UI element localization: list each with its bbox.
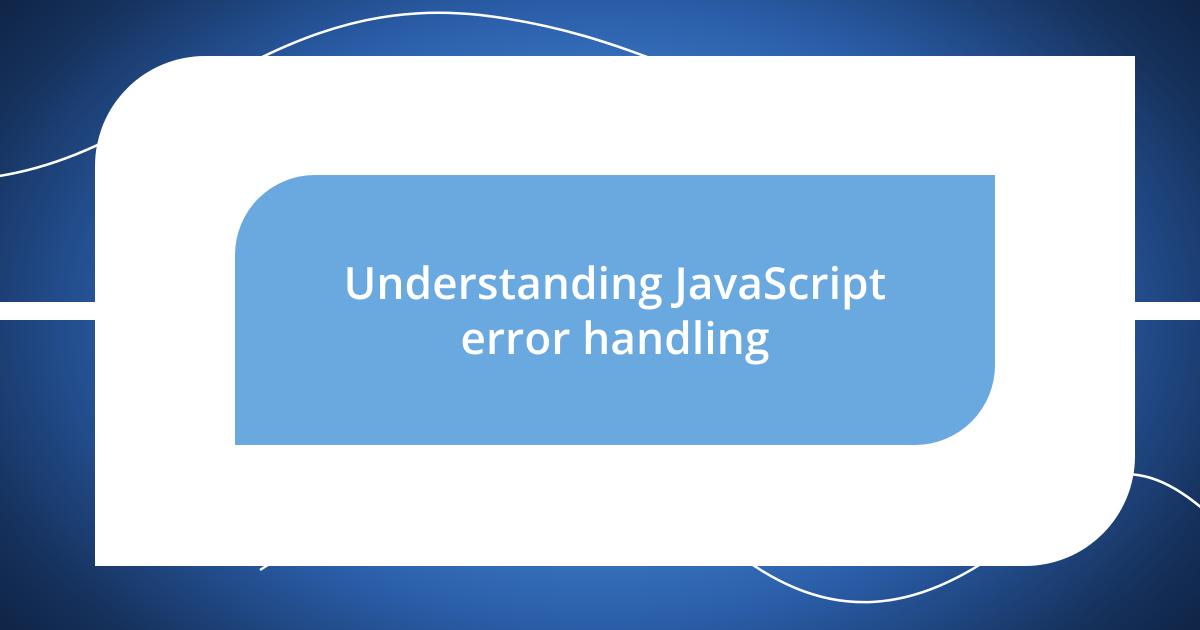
left-connector-bar	[0, 302, 95, 320]
page-title: Understanding JavaScript error handling	[295, 255, 935, 365]
right-connector-bar	[1135, 302, 1200, 320]
inner-card: Understanding JavaScript error handling	[235, 175, 995, 445]
